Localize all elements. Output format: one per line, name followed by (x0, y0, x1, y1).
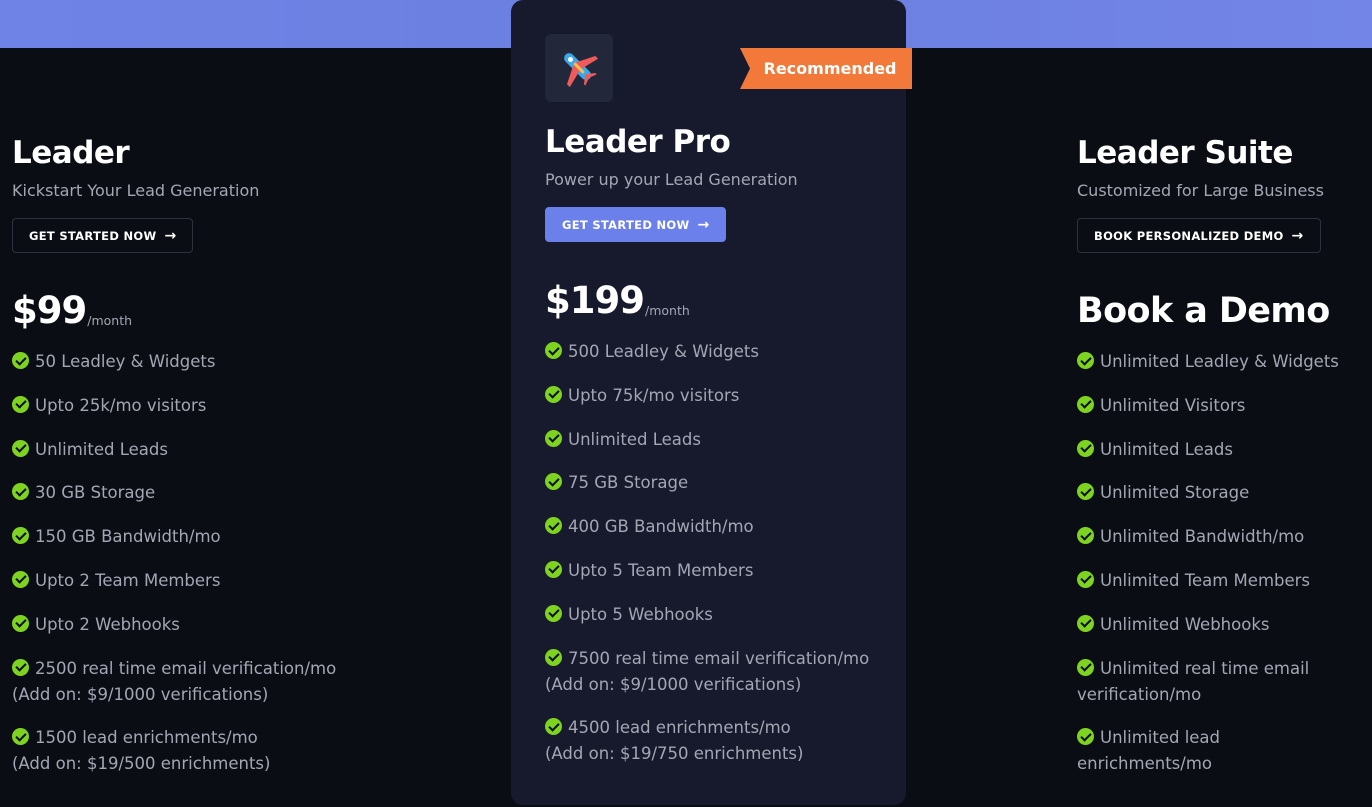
button-label: GET STARTED NOW (29, 228, 157, 243)
feature-item: 7500 real time email verification/mo (Add… (545, 646, 906, 698)
feature-item: Upto 2 Team Members (12, 568, 432, 594)
price-block: $199 /month (545, 280, 906, 322)
feature-item: Unlimited Bandwidth/mo (1077, 524, 1367, 550)
feature-item: Upto 75k/mo visitors (545, 383, 906, 409)
addon-note: (Add on: $9/1000 verifications) (12, 684, 269, 704)
plan-card-leader-pro: Recommended Leader Pro Power up your Lea… (511, 0, 912, 805)
button-label: GET STARTED NOW (562, 217, 690, 232)
feature-item: 500 Leadley & Widgets (545, 339, 906, 365)
plan-card-leader-suite: Leader Suite Customized for Large Busine… (1077, 133, 1367, 795)
feature-item: Upto 25k/mo visitors (12, 393, 432, 419)
plan-title: Leader Suite (1077, 135, 1293, 171)
feature-item: Upto 5 Webhooks (545, 602, 906, 628)
plan-tagline: Kickstart Your Lead Generation (12, 181, 260, 200)
price-period: /month (644, 303, 690, 318)
price-amount: $199 (545, 279, 645, 322)
feature-item: Upto 5 Team Members (545, 558, 906, 584)
feature-list: 500 Leadley & Widgets Upto 75k/mo visito… (545, 339, 906, 767)
feature-item: 4500 lead enrichments/mo (Add on: $19/750… (545, 715, 906, 767)
plan-tagline: Power up your Lead Generation (545, 170, 798, 189)
check-circle-icon (1077, 614, 1094, 632)
check-circle-icon (1077, 483, 1094, 501)
feature-item: Unlimited Leads (12, 437, 432, 463)
check-circle-icon (12, 527, 29, 545)
check-circle-icon (1077, 658, 1094, 676)
airplane-icon (545, 34, 613, 102)
arrow-right-icon: → (697, 216, 710, 233)
check-circle-icon (545, 560, 562, 578)
check-circle-icon (545, 385, 562, 403)
price-amount: $99 (12, 289, 87, 332)
check-circle-icon (545, 473, 562, 491)
feature-item: 30 GB Storage (12, 480, 432, 506)
recommended-badge: Recommended (740, 48, 912, 89)
feature-item: Unlimited Storage (1077, 480, 1367, 506)
check-circle-icon (545, 517, 562, 535)
plan-title: Leader (12, 135, 130, 171)
feature-list: Unlimited Leadley & Widgets Unlimited Vi… (1077, 349, 1367, 777)
check-circle-icon (12, 728, 29, 746)
feature-list: 50 Leadley & Widgets Upto 25k/mo visitor… (12, 349, 432, 777)
get-started-button[interactable]: GET STARTED NOW → (12, 218, 194, 253)
feature-item: 2500 real time email verification/mo (Add… (12, 656, 432, 708)
check-circle-icon (545, 429, 562, 447)
plan-tagline: Customized for Large Business (1077, 181, 1324, 200)
feature-item: 75 GB Storage (545, 470, 906, 496)
check-circle-icon (1077, 395, 1094, 413)
get-started-button[interactable]: GET STARTED NOW → (545, 207, 727, 242)
feature-item: 50 Leadley & Widgets (12, 349, 432, 375)
feature-item: Unlimited Leadley & Widgets (1077, 349, 1367, 375)
addon-note: (Add on: $9/1000 verifications) (545, 674, 802, 694)
feature-item: Unlimited Webhooks (1077, 612, 1367, 638)
book-demo-button[interactable]: BOOK PERSONALIZED DEMO → (1077, 218, 1321, 253)
arrow-right-icon: → (1291, 227, 1304, 244)
price-heading: Book a Demo (1077, 291, 1330, 331)
feature-item: Unlimited Leads (1077, 437, 1367, 463)
check-circle-icon (1077, 527, 1094, 545)
check-circle-icon (12, 570, 29, 588)
check-circle-icon (12, 614, 29, 632)
check-circle-icon (1077, 570, 1094, 588)
feature-item: Unlimited lead enrichments/mo (1077, 725, 1367, 777)
check-circle-icon (545, 648, 562, 666)
price-block: $99 /month (12, 290, 432, 332)
check-circle-icon (12, 352, 29, 369)
plan-card-leader: Leader Kickstart Your Lead Generation GE… (12, 133, 432, 795)
check-circle-icon (545, 342, 562, 359)
check-circle-icon (12, 439, 29, 457)
check-circle-icon (1077, 352, 1094, 369)
check-circle-icon (12, 483, 29, 501)
check-circle-icon (12, 658, 29, 676)
feature-item: Unlimited real time email verification/mo (1077, 656, 1367, 708)
feature-item: 150 GB Bandwidth/mo (12, 524, 432, 550)
feature-item: Unlimited Team Members (1077, 568, 1367, 594)
feature-item: Unlimited Visitors (1077, 393, 1367, 419)
feature-continuation: verification/mo (1077, 684, 1202, 704)
feature-continuation: enrichments/mo (1077, 754, 1212, 774)
plan-title: Leader Pro (545, 124, 731, 160)
feature-item: Upto 2 Webhooks (12, 612, 432, 638)
addon-note: (Add on: $19/750 enrichments) (545, 744, 804, 764)
feature-item: 1500 lead enrichments/mo (Add on: $19/500… (12, 725, 432, 777)
addon-note: (Add on: $19/500 enrichments) (12, 754, 271, 774)
check-circle-icon (545, 604, 562, 622)
feature-item: Unlimited Leads (545, 427, 906, 453)
check-circle-icon (545, 718, 562, 736)
price-period: /month (87, 313, 133, 328)
check-circle-icon (1077, 728, 1094, 746)
arrow-right-icon: → (164, 227, 177, 244)
feature-item: 400 GB Bandwidth/mo (545, 514, 906, 540)
check-circle-icon (1077, 439, 1094, 457)
button-label: BOOK PERSONALIZED DEMO (1094, 228, 1284, 243)
check-circle-icon (12, 395, 29, 413)
